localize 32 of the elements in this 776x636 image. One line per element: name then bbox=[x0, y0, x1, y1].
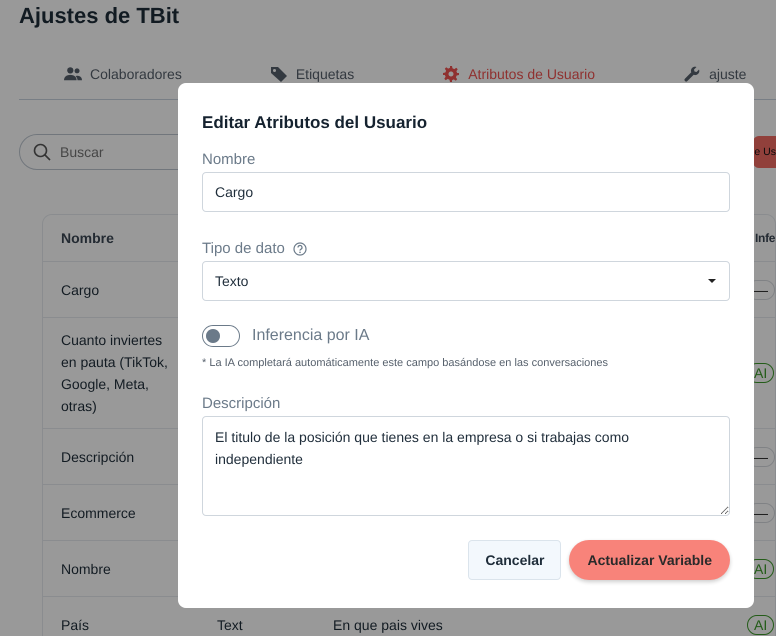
table-cell-text: País bbox=[60, 616, 90, 634]
table-cell-text: Text bbox=[216, 616, 243, 632]
type-select[interactable]: Texto bbox=[202, 261, 730, 301]
update-button[interactable]: Actualizar Variable bbox=[569, 540, 730, 580]
field-label: Tipo de dato bbox=[202, 240, 285, 257]
field-label: Nombre bbox=[202, 151, 256, 168]
table-cell-text: Ecommerce bbox=[60, 504, 137, 522]
tab[interactable]: Etiquetas bbox=[270, 66, 354, 86]
table-cell-text: En que pais vives bbox=[332, 616, 443, 632]
table-cell-text: Cargo bbox=[60, 280, 100, 300]
column-header: Nombre bbox=[60, 230, 115, 246]
toggle-note: * La IA completará automáticamente este campo basándose en las conversaciones bbox=[202, 357, 610, 369]
wrench-icon bbox=[683, 66, 702, 82]
toggle-label: Inferencia por IA bbox=[252, 327, 370, 345]
ai-badge: AI bbox=[747, 614, 774, 634]
page-title: Ajustes de TBit bbox=[19, 2, 180, 30]
cancel-button[interactable]: Cancelar bbox=[468, 540, 562, 580]
table-cell-text: Nombre bbox=[60, 560, 112, 578]
caret-icon bbox=[707, 278, 717, 284]
table-cell-text: Descripción bbox=[60, 448, 136, 467]
description-field[interactable]: El titulo de la posición que tienes en la empresa o si trabajas como independiente bbox=[202, 416, 730, 516]
search-icon bbox=[33, 143, 51, 161]
column-header: Infe bbox=[754, 231, 776, 245]
tab[interactable]: ajuste bbox=[683, 66, 746, 86]
ai-toggle[interactable] bbox=[202, 325, 240, 347]
help-icon bbox=[292, 242, 307, 256]
name-field[interactable]: Cargo bbox=[202, 172, 730, 212]
dialog-title: Editar Atributos del Usuario bbox=[202, 113, 428, 133]
table-cell-text: Cuanto inviertes en pauta (TikTok, Google, Meta, otras) bbox=[60, 331, 169, 416]
tab[interactable]: Colaboradores bbox=[64, 66, 182, 86]
users-icon bbox=[64, 66, 82, 82]
field-label: Descripción bbox=[202, 395, 282, 412]
